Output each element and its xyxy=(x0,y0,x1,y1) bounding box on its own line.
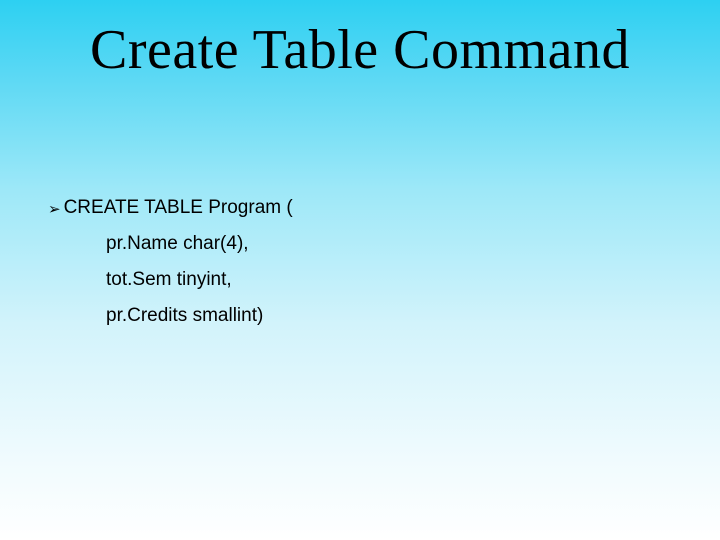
slide: Create Table Command ➢ CREATE TABLE Prog… xyxy=(0,0,720,540)
sql-line-3: tot.Sem tinyint, xyxy=(48,262,293,298)
chevron-right-icon: ➢ xyxy=(48,202,61,217)
sql-line-4: pr.Credits smallint) xyxy=(48,298,293,334)
bullet-item: ➢ CREATE TABLE Program ( xyxy=(48,190,293,226)
sql-line-1: CREATE TABLE Program ( xyxy=(64,190,293,226)
slide-body: ➢ CREATE TABLE Program ( pr.Name char(4)… xyxy=(48,190,293,334)
sql-line-2: pr.Name char(4), xyxy=(48,226,293,262)
slide-title: Create Table Command xyxy=(0,18,720,82)
